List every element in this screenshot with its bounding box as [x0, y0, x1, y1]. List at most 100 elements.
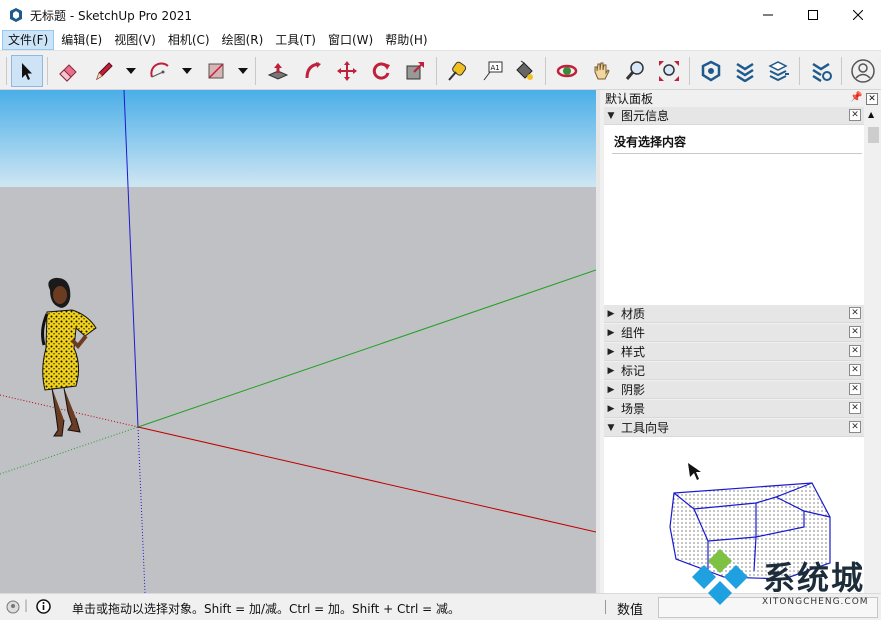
menu-help[interactable]: 帮助(H)	[380, 30, 432, 50]
text-tool-label: A1	[491, 64, 500, 72]
tape-measure-icon	[448, 61, 467, 81]
ground	[0, 187, 596, 593]
close-icon: ✕	[868, 94, 876, 104]
panel-scenes-title: 场景	[621, 402, 646, 416]
panel-close-button[interactable]: ✕	[849, 364, 861, 376]
arc-tool-dropdown[interactable]	[181, 65, 193, 77]
panel-instructor-header[interactable]: ▼ 工具向导 ✕	[604, 419, 864, 437]
orbit-tool-button[interactable]	[551, 55, 583, 87]
zoom-tool-button[interactable]	[619, 55, 651, 87]
dropdown-arrow-icon	[126, 68, 136, 74]
move-tool-button[interactable]	[331, 55, 363, 87]
toolbar-separator	[436, 57, 437, 85]
expand-arrow-icon: ▶	[607, 365, 615, 376]
line-tool-dropdown[interactable]	[125, 65, 137, 77]
scale-tool-button[interactable]	[399, 55, 431, 87]
paint-bucket-icon	[516, 60, 533, 80]
rectangle-tool-dropdown[interactable]	[237, 65, 249, 77]
arc-tool-button[interactable]	[144, 55, 176, 87]
panel-close-button[interactable]: ✕	[849, 326, 861, 338]
status-divider	[605, 600, 606, 614]
3d-warehouse-button[interactable]	[695, 55, 727, 87]
maximize-icon	[808, 10, 818, 20]
toolbar-separator	[255, 57, 256, 85]
menu-tools[interactable]: 工具(T)	[270, 30, 321, 50]
text-label-icon: A1	[483, 61, 503, 81]
panel-close-button[interactable]: ✕	[849, 345, 861, 357]
window-title: 无标题 - SketchUp Pro 2021	[30, 8, 192, 23]
line-tool-button[interactable]	[88, 55, 120, 87]
panel-tags-title: 标记	[621, 364, 646, 378]
rotate-tool-button[interactable]	[365, 55, 397, 87]
profile-button[interactable]	[847, 55, 879, 87]
maximize-button[interactable]	[790, 0, 836, 30]
title-bar: 无标题 - SketchUp Pro 2021	[0, 0, 881, 30]
tray-scrollbar[interactable]: ▲	[866, 107, 881, 593]
menu-window[interactable]: 窗口(W)	[323, 30, 378, 50]
warehouse-icon	[701, 60, 721, 82]
panel-shadows-header[interactable]: ▶ 阴影 ✕	[604, 381, 864, 399]
toolbar-separator	[47, 57, 48, 85]
pencil-icon	[96, 62, 113, 81]
status-message: 单击或拖动以选择对象。Shift = 加/减。Ctrl = 加。Shift + …	[72, 602, 461, 616]
pin-icon[interactable]: 📌	[850, 92, 862, 103]
text-tool-button[interactable]: A1	[476, 55, 508, 87]
scroll-thumb[interactable]	[868, 127, 879, 143]
push-pull-tool-button[interactable]	[262, 55, 294, 87]
panel-materials-title: 材质	[621, 307, 646, 321]
panel-close-button[interactable]: ✕	[849, 109, 861, 121]
rotate-icon	[372, 62, 390, 80]
collapse-arrow-icon: ▼	[607, 422, 615, 433]
pan-tool-button[interactable]	[585, 55, 617, 87]
divider	[612, 153, 862, 154]
expand-arrow-icon: ▶	[607, 327, 615, 338]
zoom-extents-tool-button[interactable]	[653, 55, 685, 87]
toolbar: A1	[0, 50, 881, 90]
toolbar-separator	[545, 57, 546, 85]
info-icon[interactable]	[36, 599, 51, 614]
minimize-icon	[763, 14, 773, 16]
menu-view[interactable]: 视图(V)	[109, 30, 161, 50]
drawing-viewport[interactable]	[0, 90, 596, 593]
eraser-tool-button[interactable]	[52, 55, 84, 87]
menu-bar: 文件(F) 编辑(E) 视图(V) 相机(C) 绘图(R) 工具(T) 窗口(W…	[0, 30, 881, 50]
extension-manager-button[interactable]	[805, 55, 837, 87]
panel-close-button[interactable]: ✕	[849, 307, 861, 319]
close-button[interactable]	[835, 0, 881, 30]
tray-header: 默认面板 📌 ✕	[600, 90, 881, 107]
menu-draw[interactable]: 绘图(R)	[217, 30, 269, 50]
geo-location-icon[interactable]	[6, 600, 20, 614]
panel-shadows-title: 阴影	[621, 383, 646, 397]
panel-entity-info-header[interactable]: ▼ 图元信息 ✕	[604, 107, 864, 125]
panel-close-button[interactable]: ✕	[849, 421, 861, 433]
menu-file[interactable]: 文件(F)	[2, 30, 55, 50]
arc-icon	[150, 62, 169, 78]
follow-me-tool-button[interactable]	[297, 55, 329, 87]
rectangle-tool-button[interactable]	[200, 55, 232, 87]
panel-components-header[interactable]: ▶ 组件 ✕	[604, 324, 864, 342]
status-separator: |	[24, 598, 29, 612]
dropdown-arrow-icon	[238, 68, 248, 74]
layout-button[interactable]	[763, 55, 795, 87]
minimize-button[interactable]	[745, 0, 791, 30]
toolbar-grip	[6, 57, 7, 85]
tray-close-button[interactable]: ✕	[866, 93, 878, 105]
orbit-icon	[556, 64, 578, 78]
select-tool-button[interactable]	[11, 55, 43, 87]
panel-materials-header[interactable]: ▶ 材质 ✕	[604, 305, 864, 323]
move-icon	[337, 61, 357, 81]
panel-styles-header[interactable]: ▶ 样式 ✕	[604, 343, 864, 361]
scroll-up-arrow-icon[interactable]: ▲	[868, 110, 874, 119]
viewport-canvas[interactable]	[0, 90, 596, 593]
panel-close-button[interactable]: ✕	[849, 402, 861, 414]
menu-edit[interactable]: 编辑(E)	[56, 30, 107, 50]
menu-camera[interactable]: 相机(C)	[163, 30, 215, 50]
panel-entity-info-title: 图元信息	[621, 109, 670, 123]
extension-warehouse-button[interactable]	[729, 55, 761, 87]
panel-close-button[interactable]: ✕	[849, 383, 861, 395]
panel-tags-header[interactable]: ▶ 标记 ✕	[604, 362, 864, 380]
paint-bucket-tool-button[interactable]	[508, 55, 540, 87]
expand-arrow-icon: ▶	[607, 346, 615, 357]
tape-measure-tool-button[interactable]	[441, 55, 473, 87]
panel-scenes-header[interactable]: ▶ 场景 ✕	[604, 400, 864, 418]
